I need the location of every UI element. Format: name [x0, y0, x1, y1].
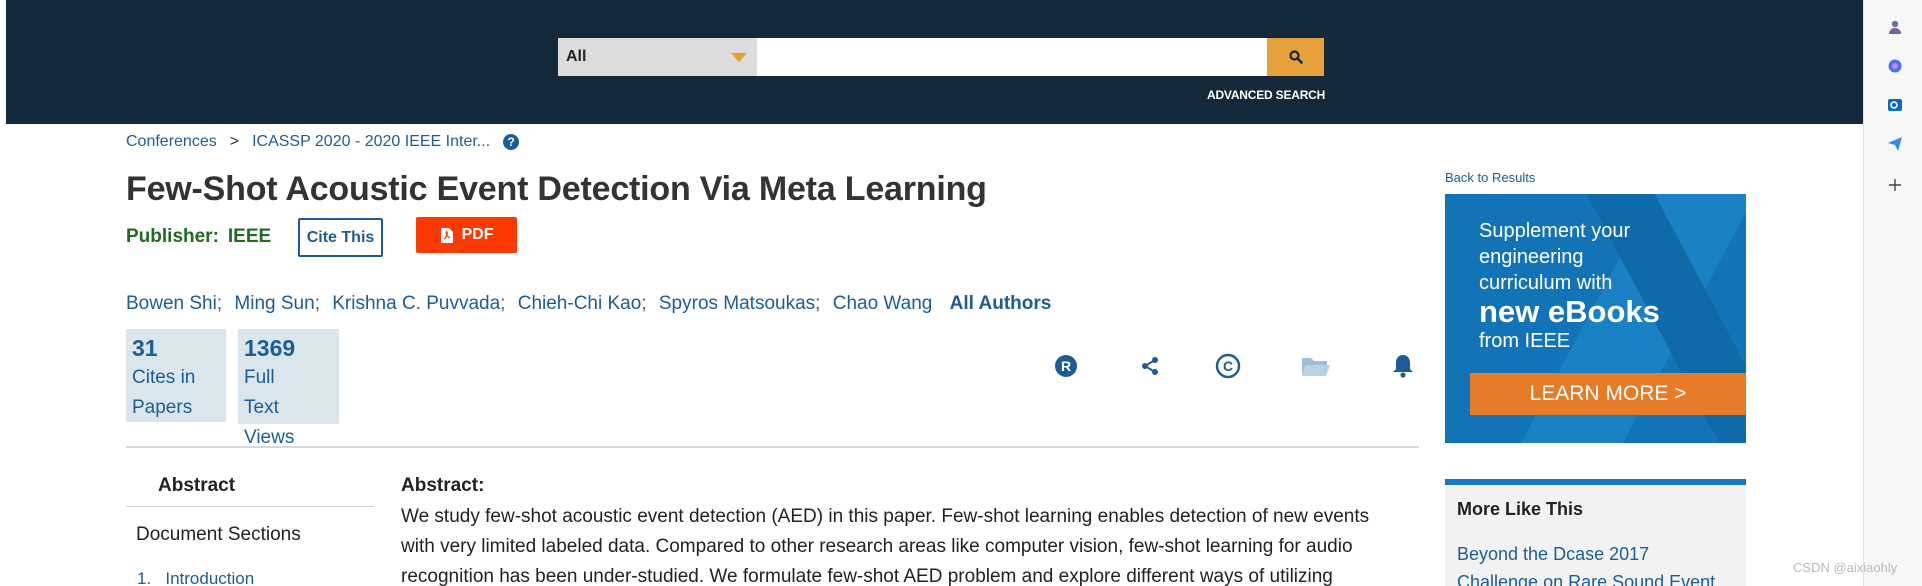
- outlook-icon[interactable]: [1886, 96, 1904, 114]
- author-link[interactable]: Spyros Matsoukas: [659, 293, 815, 314]
- abstract-text: We study few-shot acoustic event detecti…: [401, 506, 1370, 586]
- author-link[interactable]: Chieh-Chi Kao: [518, 293, 642, 314]
- pdf-button[interactable]: PDF: [416, 217, 517, 253]
- cites-count: 31: [132, 335, 158, 361]
- author-link[interactable]: Chao Wang: [833, 293, 933, 314]
- rights-icon[interactable]: R: [1050, 350, 1082, 382]
- abstract-heading: Abstract:: [401, 475, 485, 496]
- views-label-3: Views: [244, 427, 295, 448]
- publisher-label: Publisher:: [126, 226, 219, 247]
- ad-line: Supplement your: [1479, 220, 1631, 242]
- browser-sidebar: [1863, 0, 1922, 586]
- breadcrumb: Conferences > ICASSP 2020 - 2020 IEEE In…: [126, 133, 520, 151]
- cites-label-2: Papers: [132, 397, 193, 418]
- divider: [126, 446, 1419, 448]
- abstract-section: Abstract: We study few-shot acoustic eve…: [401, 475, 1406, 586]
- search-icon: [1288, 50, 1303, 64]
- search-button[interactable]: [1267, 38, 1324, 76]
- breadcrumb-conference[interactable]: ICASSP 2020 - 2020 IEEE Inter...: [252, 133, 490, 151]
- add-icon[interactable]: [1886, 176, 1904, 194]
- views-count: 1369: [244, 335, 296, 361]
- help-icon[interactable]: ?: [503, 134, 520, 150]
- tab-abstract[interactable]: Abstract: [126, 470, 374, 507]
- paper-title: Few-Shot Acoustic Event Detection Via Me…: [126, 170, 987, 208]
- back-to-results-link[interactable]: Back to Results: [1445, 170, 1535, 185]
- views-label-1: Full: [244, 367, 275, 388]
- more-like-this-panel: More Like This Beyond the Dcase 2017 Cha…: [1445, 479, 1746, 586]
- watermark: CSDN @aixiaohly: [1793, 560, 1898, 575]
- page: All ADVANCED SEARCH Conferences > ICASSP…: [0, 0, 1922, 586]
- pdf-label: PDF: [461, 226, 494, 243]
- author-link[interactable]: Bowen Shi: [126, 293, 217, 314]
- document-nav: Abstract Document Sections: [126, 470, 374, 546]
- breadcrumb-conferences[interactable]: Conferences: [126, 133, 217, 151]
- share-icon[interactable]: [1134, 350, 1166, 382]
- publisher: Publisher: IEEE: [126, 226, 271, 248]
- views-label-2: Text: [244, 397, 279, 418]
- chevron-down-icon: [731, 52, 747, 62]
- breadcrumb-separator: >: [229, 133, 240, 150]
- author-link[interactable]: Krishna C. Puvvada: [332, 293, 500, 314]
- ebooks-ad-banner[interactable]: Supplement your engineering curriculum w…: [1445, 194, 1746, 443]
- svg-text:R: R: [1061, 358, 1071, 374]
- svg-text:C: C: [1223, 358, 1233, 374]
- document-sections-heading[interactable]: Document Sections: [126, 524, 374, 546]
- cite-this-button[interactable]: Cite This: [298, 218, 383, 257]
- more-like-this-heading: More Like This: [1457, 499, 1584, 519]
- publisher-name: IEEE: [227, 226, 272, 247]
- learn-more-button[interactable]: LEARN MORE >: [1470, 373, 1746, 415]
- ad-copy: Supplement your engineering curriculum w…: [1479, 218, 1660, 354]
- ad-line: engineering: [1479, 246, 1584, 268]
- search-scope-select[interactable]: All: [558, 38, 757, 76]
- author-link[interactable]: Ming Sun: [234, 293, 314, 314]
- folder-icon[interactable]: [1300, 350, 1332, 382]
- site-header: All ADVANCED SEARCH: [6, 0, 1863, 124]
- cites-label-1: Cites in: [132, 367, 196, 388]
- ad-line: from IEEE: [1479, 330, 1571, 352]
- author-list: Bowen Shi; Ming Sun; Krishna C. Puvvada;…: [126, 293, 1052, 314]
- alert-bell-icon[interactable]: [1387, 350, 1419, 382]
- related-article-link[interactable]: Challenge on Rare Sound Event: [1457, 568, 1734, 586]
- profile-icon[interactable]: [1886, 18, 1904, 36]
- send-icon[interactable]: [1886, 135, 1904, 153]
- pdf-icon: [440, 227, 453, 243]
- views-metric[interactable]: 1369 Full Text Views: [238, 329, 339, 448]
- ad-headline: new eBooks: [1479, 294, 1660, 329]
- search-scope-value: All: [566, 48, 587, 65]
- ad-line: curriculum with: [1479, 272, 1613, 294]
- advanced-search-link[interactable]: ADVANCED SEARCH: [1207, 88, 1325, 102]
- cites-metric[interactable]: 31 Cites in Papers: [126, 329, 226, 422]
- all-authors-link[interactable]: All Authors: [950, 293, 1052, 314]
- related-article-link[interactable]: Beyond the Dcase 2017: [1457, 540, 1734, 568]
- section-link-introduction[interactable]: 1. Introduction: [137, 569, 254, 586]
- copyright-icon[interactable]: C: [1212, 350, 1244, 382]
- search-input[interactable]: [757, 38, 1267, 76]
- search-bar: All: [558, 38, 1324, 76]
- copilot-icon[interactable]: [1886, 57, 1904, 75]
